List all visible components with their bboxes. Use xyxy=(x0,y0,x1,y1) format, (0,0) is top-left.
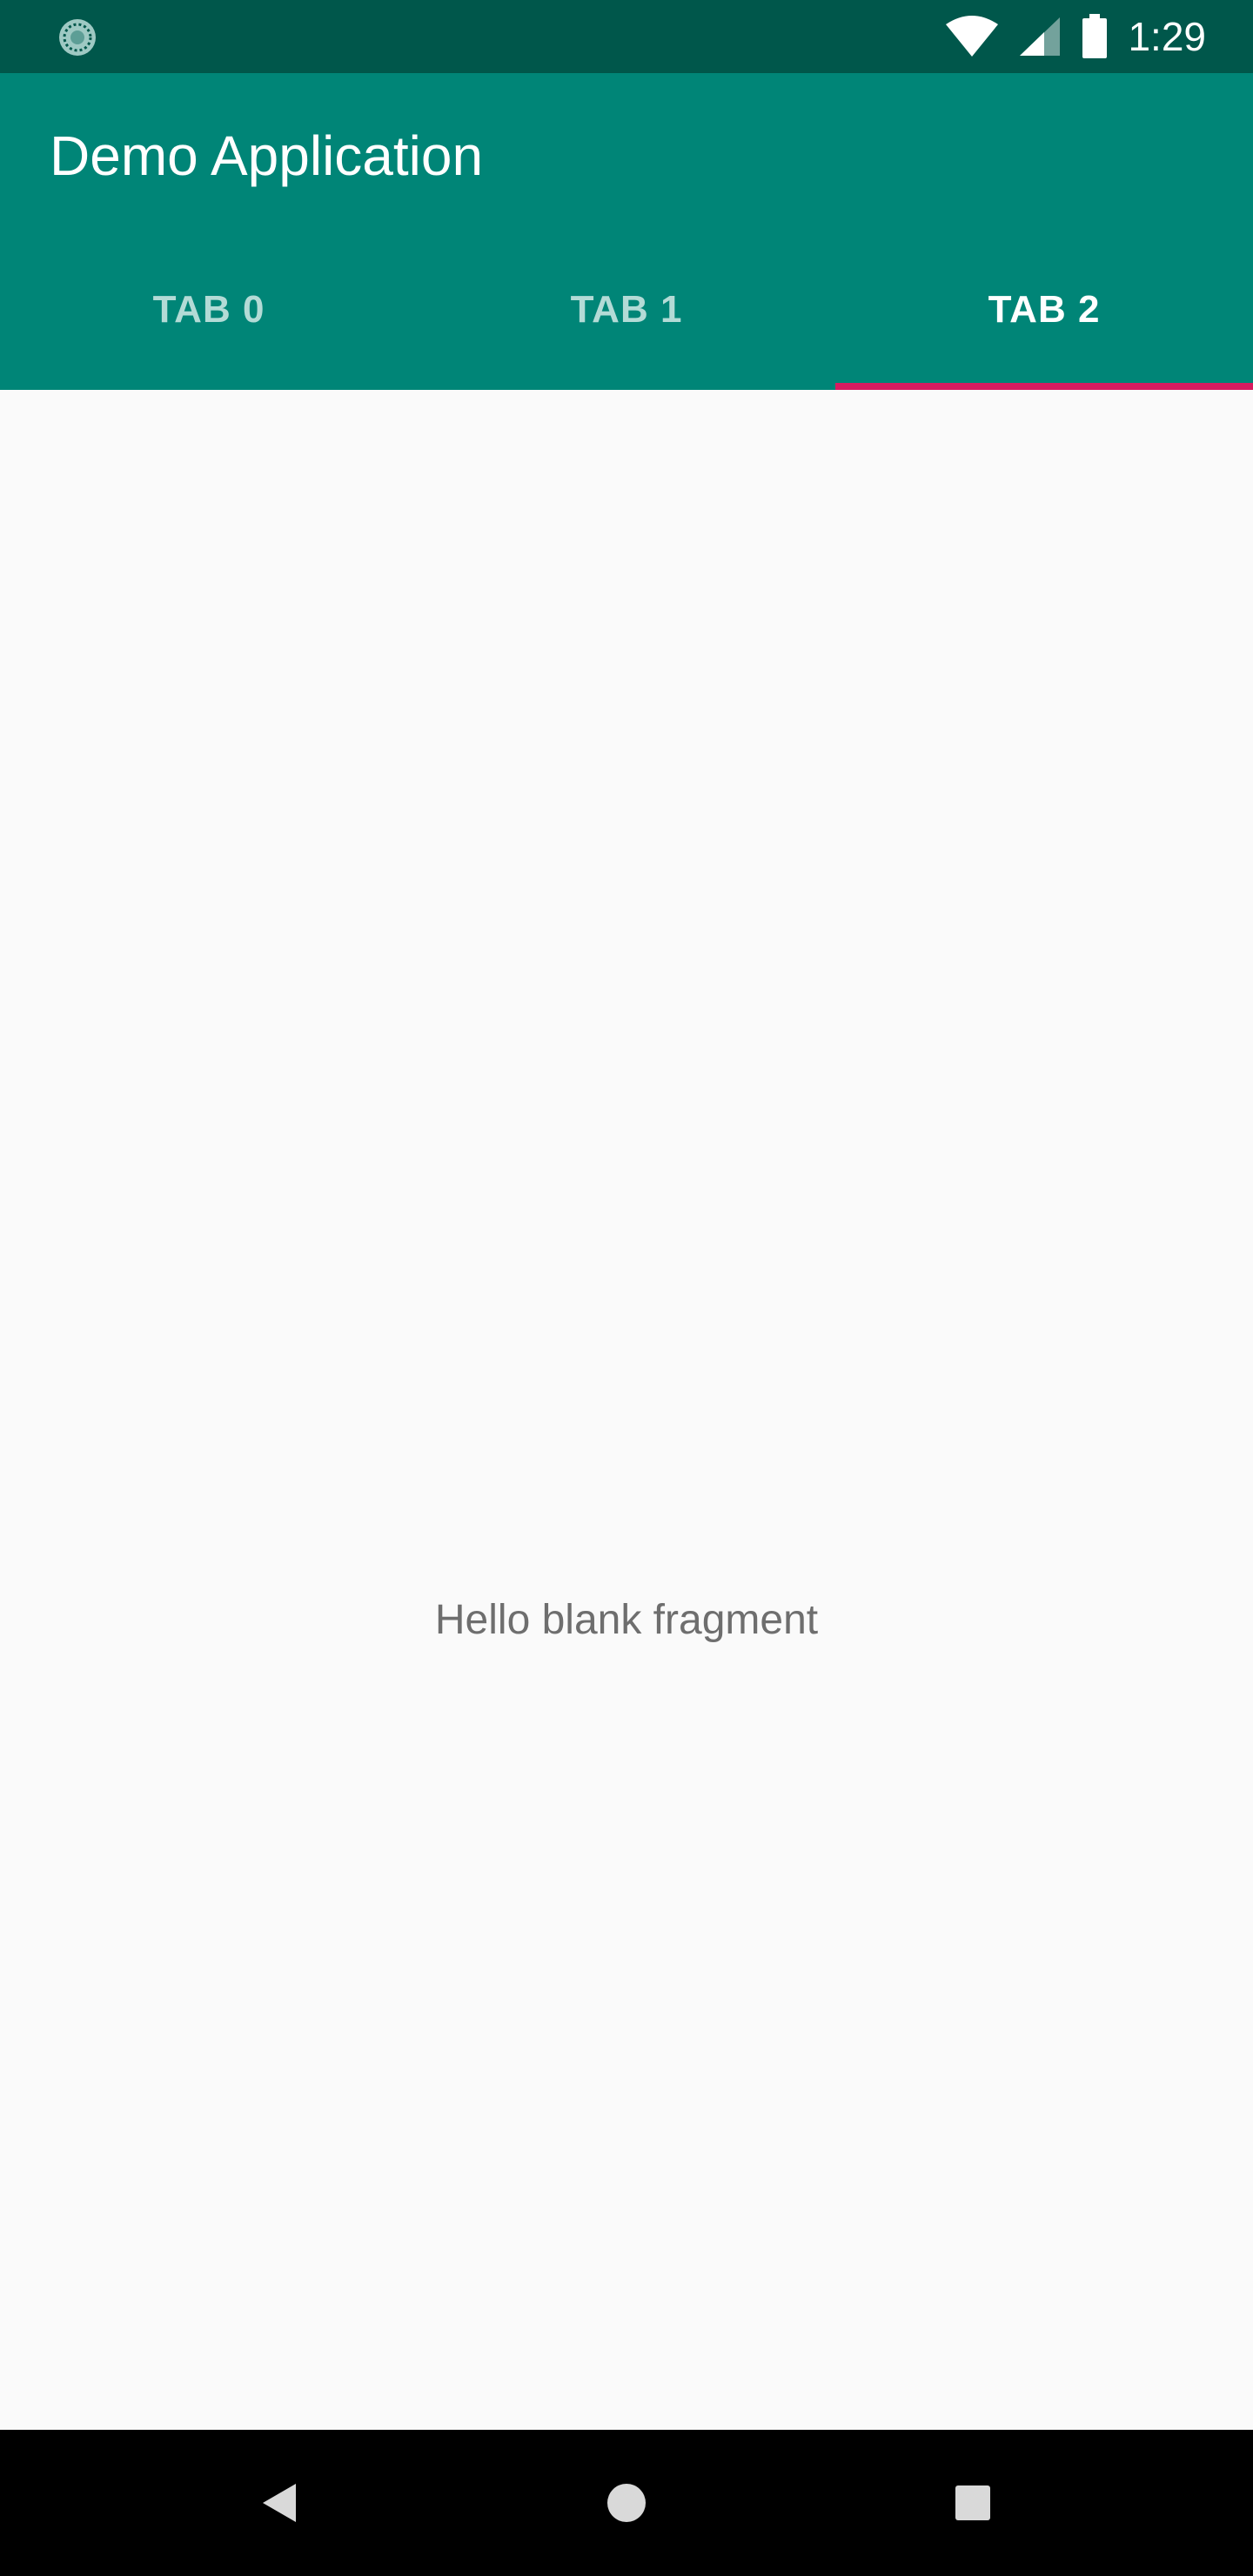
tab-selected-indicator xyxy=(835,383,1253,390)
sync-indicator-icon xyxy=(59,19,96,56)
tab-0[interactable]: TAB 0 xyxy=(0,230,418,390)
fragment-content: Hello blank fragment xyxy=(0,390,1253,2430)
navigation-bar xyxy=(0,2430,1253,2576)
recents-icon xyxy=(955,2485,990,2520)
tab-1[interactable]: TAB 1 xyxy=(418,230,835,390)
tab-2[interactable]: TAB 2 xyxy=(835,230,1253,390)
tab-0-label: TAB 0 xyxy=(152,288,265,331)
back-icon xyxy=(263,2484,296,2522)
cellular-signal-icon xyxy=(1020,17,1061,56)
recents-button[interactable] xyxy=(929,2459,1016,2546)
tab-1-label: TAB 1 xyxy=(570,288,683,331)
app-bar: Demo Application TAB 0 TAB 1 TAB 2 xyxy=(0,73,1253,390)
battery-icon xyxy=(1082,14,1108,58)
status-time: 1:29 xyxy=(1128,14,1206,59)
tab-2-label: TAB 2 xyxy=(988,288,1101,331)
screen: 1:29 Demo Application TAB 0 TAB 1 TAB 2 … xyxy=(0,0,1253,2576)
tab-bar: TAB 0 TAB 1 TAB 2 xyxy=(0,230,1253,390)
status-icons: 1:29 xyxy=(945,0,1206,73)
status-bar: 1:29 xyxy=(0,0,1253,73)
home-icon xyxy=(607,2484,646,2522)
back-button[interactable] xyxy=(235,2459,322,2546)
app-title: Demo Application xyxy=(50,124,484,187)
wifi-icon xyxy=(946,16,999,57)
home-button[interactable] xyxy=(583,2459,670,2546)
fragment-message: Hello blank fragment xyxy=(434,1597,819,1643)
